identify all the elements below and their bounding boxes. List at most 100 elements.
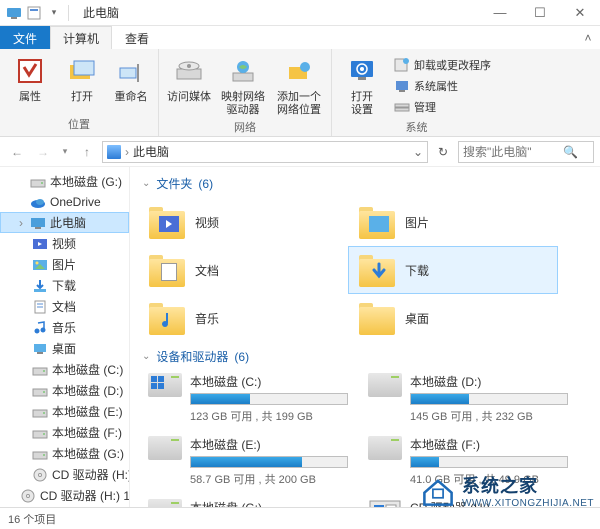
drive-item[interactable]: 本地磁盘 (D:) 145 GB 可用 , 共 232 GB <box>358 369 578 432</box>
nav-item[interactable]: CD 驱动器 (H:) <box>0 464 129 485</box>
address-bar[interactable]: › 此电脑 ⌄ <box>102 141 428 163</box>
nav-item[interactable]: 本地磁盘 (D:) <box>0 380 129 401</box>
drive-name: 本地磁盘 (G:) <box>190 499 348 507</box>
content-pane[interactable]: ⌄ 文件夹 (6) 视频图片文档 下载音乐 桌面 ⌄ 设备和驱动器 (6) 本地磁盘… <box>130 167 600 507</box>
folder-item[interactable]: 视频 <box>138 198 348 246</box>
nav-item[interactable]: 本地磁盘 (G:) <box>0 443 129 464</box>
nav-item[interactable]: 本地磁盘 (F:) <box>0 422 129 443</box>
folder-item[interactable]: 音乐 <box>138 294 348 342</box>
back-button[interactable]: ← <box>6 141 28 163</box>
folder-item[interactable]: 图片 <box>348 198 558 246</box>
drive-usage-bar <box>410 456 568 468</box>
search-icon[interactable]: 🔍 <box>563 145 578 159</box>
folder-item[interactable]: 文档 <box>138 246 348 294</box>
nav-item[interactable]: 视频 <box>0 233 129 254</box>
document-icon <box>32 299 48 315</box>
tab-file[interactable]: 文件 <box>0 26 50 49</box>
pc-icon <box>30 215 46 231</box>
video-icon <box>32 236 48 252</box>
ribbon-group-location-label: 位置 <box>6 114 152 134</box>
chevron-down-icon[interactable]: ⌄ <box>142 351 150 362</box>
nav-item-label: 音乐 <box>52 319 76 336</box>
open-settings-button[interactable]: 打开 设置 <box>338 51 386 117</box>
nav-item[interactable]: OneDrive <box>0 192 129 212</box>
system-properties-button[interactable]: 系统属性 <box>390 76 495 96</box>
disk-icon <box>32 446 48 462</box>
search-box[interactable]: 🔍 <box>458 141 594 163</box>
nav-item-label: 本地磁盘 (C:) <box>52 361 123 378</box>
navigation-pane[interactable]: 本地磁盘 (G:) OneDrive›此电脑视频图片下载文档音乐桌面本地磁盘 (C… <box>0 167 130 507</box>
map-network-drive-button[interactable]: 映射网络 驱动器 <box>217 51 269 117</box>
drive-usage-bar <box>190 456 348 468</box>
tab-view[interactable]: 查看 <box>112 26 162 49</box>
app-icon <box>6 5 22 21</box>
disk-icon <box>32 362 48 378</box>
add-network-location-button[interactable]: 添加一个 网络位置 <box>273 51 325 117</box>
collapse-ribbon-button[interactable]: ˄ <box>576 26 600 49</box>
nav-item[interactable]: 音乐 <box>0 317 129 338</box>
folder-name: 桌面 <box>405 310 429 327</box>
group-header-folders[interactable]: ⌄ 文件夹 (6) <box>130 171 600 196</box>
drive-icon <box>148 373 182 401</box>
minimize-button[interactable]: — <box>480 0 520 26</box>
disk-icon <box>32 383 48 399</box>
drive-item[interactable]: 本地磁盘 (C:)123 GB 可用 , 共 199 GB <box>138 369 358 432</box>
nav-item[interactable]: 本地磁盘 (G:) <box>0 171 129 192</box>
status-item-count: 16 个项目 <box>8 511 56 527</box>
nav-item-label: CD 驱动器 (H:) <box>52 466 130 483</box>
drive-icon <box>368 499 402 507</box>
drive-item[interactable]: 本地磁盘 (E:)58.7 GB 可用 , 共 200 GB <box>138 432 358 495</box>
breadcrumb-this-pc[interactable]: 此电脑 <box>133 143 169 160</box>
desktop-icon <box>32 341 48 357</box>
drive-name: 本地磁盘 (F:) <box>410 436 568 453</box>
folder-name: 文档 <box>195 262 219 279</box>
rename-button[interactable]: 重命名 <box>110 51 152 104</box>
ribbon-group-network-label: 网络 <box>165 117 325 137</box>
drive-usage-bar <box>410 393 568 405</box>
music-icon <box>32 320 48 336</box>
tab-computer[interactable]: 计算机 <box>50 26 112 49</box>
close-button[interactable]: ✕ <box>560 0 600 26</box>
drive-name: 本地磁盘 (D:) <box>410 373 568 390</box>
nav-item[interactable]: 桌面 <box>0 338 129 359</box>
nav-item[interactable]: 本地磁盘 (E:) <box>0 401 129 422</box>
disk-icon <box>30 174 46 190</box>
properties-button[interactable]: 属性 <box>6 51 54 104</box>
nav-item[interactable]: 文档 <box>0 296 129 317</box>
chevron-right-icon[interactable]: › <box>125 145 129 159</box>
nav-item[interactable]: ›此电脑 <box>0 212 129 233</box>
nav-item[interactable]: CD 驱动器 (H:) 1! <box>0 485 129 506</box>
pc-icon <box>107 145 121 159</box>
drive-item[interactable]: 本地磁盘 (G:)308 GB 可用 , 共 481 GB <box>138 495 358 507</box>
nav-item[interactable]: 本地磁盘 (C:) <box>0 359 129 380</box>
forward-button[interactable]: → <box>32 141 54 163</box>
qat-dropdown-icon[interactable]: ▾ <box>46 5 62 21</box>
maximize-button[interactable]: ☐ <box>520 0 560 26</box>
folder-name: 音乐 <box>195 310 219 327</box>
chevron-down-icon[interactable]: ⌄ <box>142 178 150 189</box>
open-button[interactable]: 打开 <box>58 51 106 104</box>
nav-item-label: 本地磁盘 (E:) <box>52 403 123 420</box>
drive-item[interactable]: 本地磁盘 (F:)41.0 GB 可用 , 共 49.9 GB <box>358 432 578 495</box>
nav-item[interactable]: 下载 <box>0 275 129 296</box>
drive-item[interactable]: CD 驱动器 (H:) 15.0.4420.10170 字节 可用 , 共 87… <box>358 495 578 507</box>
uninstall-programs-button[interactable]: 卸载或更改程序 <box>390 55 495 75</box>
refresh-button[interactable]: ↻ <box>432 141 454 163</box>
drive-free-text: 145 GB 可用 , 共 232 GB <box>410 408 568 424</box>
search-input[interactable] <box>463 145 559 159</box>
folder-icon <box>359 301 395 335</box>
access-media-button[interactable]: 访问媒体 <box>165 51 213 104</box>
recent-locations-button[interactable]: ▾ <box>58 141 72 163</box>
disk-icon <box>32 425 48 441</box>
nav-item[interactable]: 图片 <box>0 254 129 275</box>
up-button[interactable]: ↑ <box>76 141 98 163</box>
folder-item[interactable]: 桌面 <box>348 294 558 342</box>
address-dropdown-icon[interactable]: ⌄ <box>413 145 423 159</box>
nav-item-label: 图片 <box>52 256 76 273</box>
nav-item-label: 文档 <box>52 298 76 315</box>
manage-button[interactable]: 管理 <box>390 97 495 117</box>
group-header-drives[interactable]: ⌄ 设备和驱动器 (6) <box>130 344 600 369</box>
nav-item-label: 本地磁盘 (G:) <box>50 173 122 190</box>
folder-item[interactable]: 下载 <box>348 246 558 294</box>
qat-properties-icon[interactable] <box>26 5 42 21</box>
